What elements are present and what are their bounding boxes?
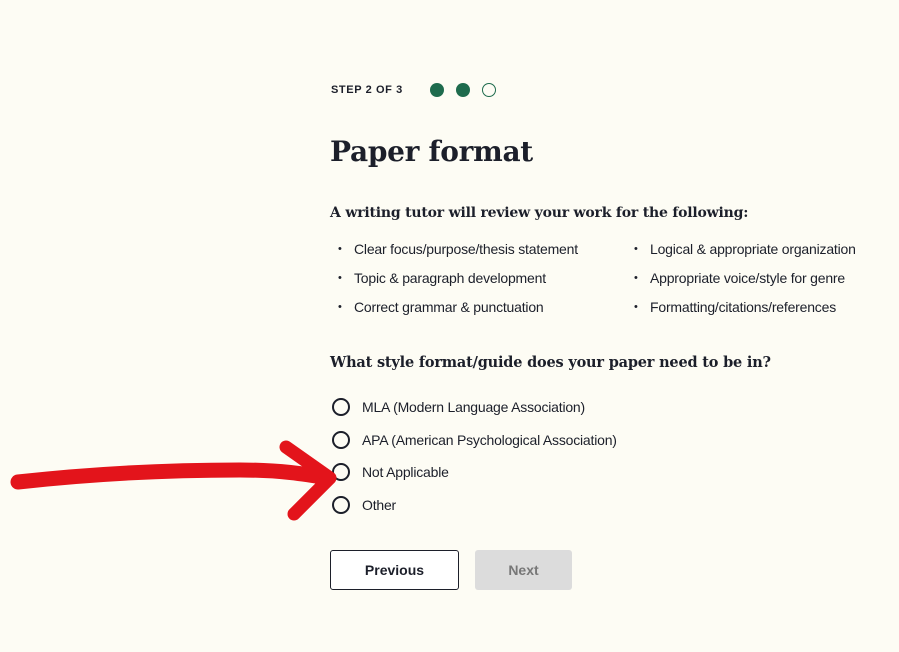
style-radio-group: MLA (Modern Language Association) APA (A… [332, 391, 617, 521]
radio-button[interactable] [332, 463, 350, 482]
option-label[interactable]: APA (American Psychological Association) [362, 432, 617, 448]
navigation-buttons: Previous Next [330, 550, 572, 590]
option-label[interactable]: Other [362, 497, 396, 513]
radio-button[interactable] [332, 430, 350, 449]
criteria-item: Formatting/citations/references [634, 296, 894, 318]
criteria-item: Appropriate voice/style for genre [634, 267, 894, 289]
step-dot-1 [429, 83, 444, 97]
previous-button[interactable]: Previous [330, 550, 459, 590]
page-title: Paper format [330, 135, 533, 168]
option-apa[interactable]: APA (American Psychological Association) [332, 424, 617, 457]
progress-indicator: STEP 2 OF 3 [331, 80, 508, 100]
review-heading: A writing tutor will review your work fo… [330, 205, 749, 221]
form-container: STEP 2 OF 3 Paper format A writing tutor… [330, 0, 899, 652]
criteria-item: Correct grammar & punctuation [338, 296, 634, 318]
radio-button[interactable] [332, 495, 350, 514]
step-label: STEP 2 OF 3 [331, 84, 403, 96]
criteria-item: Logical & appropriate organization [634, 238, 894, 260]
option-label[interactable]: Not Applicable [362, 464, 449, 480]
option-label[interactable]: MLA (Modern Language Association) [362, 399, 585, 415]
criteria-item: Topic & paragraph development [338, 267, 634, 289]
option-mla[interactable]: MLA (Modern Language Association) [332, 391, 617, 424]
option-other[interactable]: Other [332, 489, 617, 522]
step-dot-3 [481, 83, 496, 97]
review-criteria-list: Clear focus/purpose/thesis statement Log… [338, 238, 894, 318]
radio-button[interactable] [332, 398, 350, 417]
option-not-applicable[interactable]: Not Applicable [332, 456, 617, 489]
style-question: What style format/guide does your paper … [330, 354, 771, 371]
criteria-item: Clear focus/purpose/thesis statement [338, 238, 634, 260]
step-dot-2 [455, 83, 470, 97]
next-button[interactable]: Next [475, 550, 572, 590]
